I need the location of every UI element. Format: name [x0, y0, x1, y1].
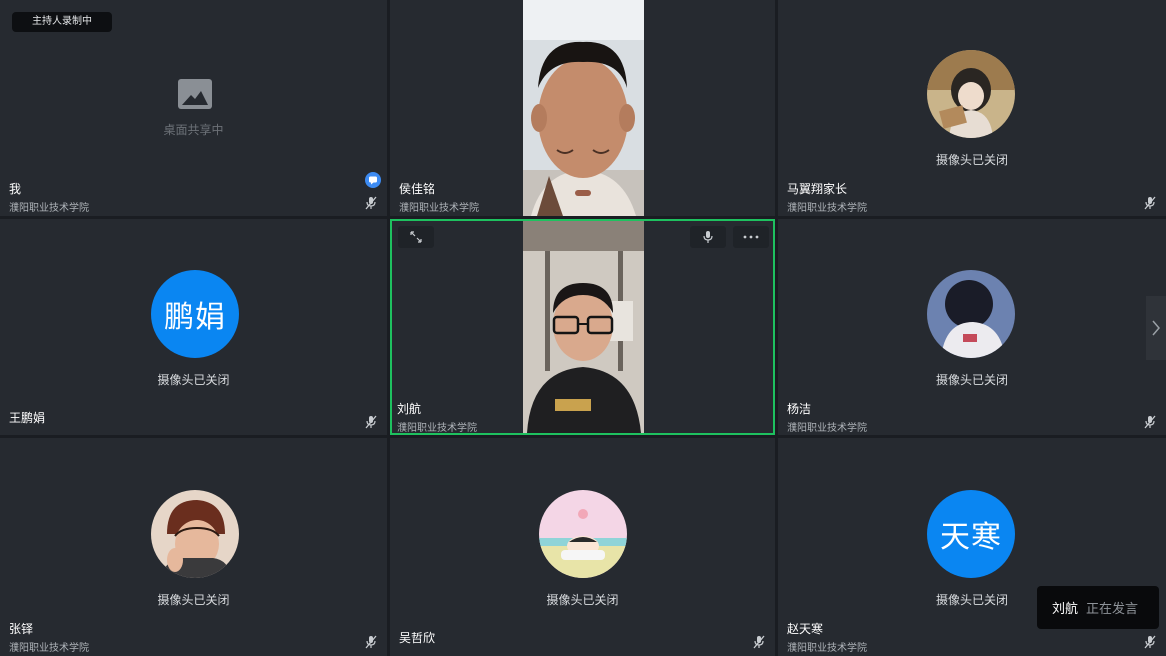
participant-org: 濮阳职业技术学院 — [399, 203, 479, 214]
more-dots-icon — [743, 235, 759, 239]
participant-avatar — [539, 490, 627, 578]
participant-name: 侯佳铭 — [399, 182, 436, 196]
mic-muted-icon — [1144, 635, 1156, 649]
participant-tile-wang[interactable]: 鹏娟 摄像头已关闭 王鹏娟 — [0, 219, 387, 435]
participant-name: 王鹏娟 — [9, 411, 46, 425]
mic-muted-icon — [365, 196, 377, 210]
mic-muted-icon — [365, 635, 377, 649]
participant-name: 吴哲欣 — [399, 631, 436, 645]
participant-tile-wu[interactable]: 摄像头已关闭 吴哲欣 — [390, 438, 775, 656]
participant-org: 濮阳职业技术学院 — [397, 423, 477, 434]
participant-name: 马翼翔家长 — [787, 182, 848, 196]
participant-video — [523, 0, 644, 216]
participant-tile-yang[interactable]: 摄像头已关闭 杨洁 濮阳职业技术学院 — [778, 219, 1166, 435]
chevron-right-icon — [1152, 320, 1160, 336]
participant-name: 赵天寒 — [787, 622, 824, 636]
camera-off-status: 摄像头已关闭 — [935, 373, 1008, 387]
participant-name: 杨洁 — [787, 402, 812, 416]
participant-tile-hou[interactable]: 侯佳铭 濮阳职业技术学院 — [390, 0, 775, 216]
participant-org: 濮阳职业技术学院 — [9, 643, 89, 654]
speaker-name: 刘航 — [1052, 602, 1079, 617]
participant-avatar: 鹏娟 — [151, 270, 239, 358]
mic-muted-icon — [1144, 415, 1156, 429]
participant-video — [523, 221, 644, 433]
fullscreen-button[interactable] — [398, 226, 434, 248]
mic-muted-icon — [365, 415, 377, 429]
camera-off-status: 摄像头已关闭 — [546, 593, 619, 607]
mic-muted-icon — [1144, 196, 1156, 210]
participant-org: 濮阳职业技术学院 — [787, 643, 867, 654]
participant-org: 濮阳职业技术学院 — [9, 203, 89, 214]
more-options-button[interactable] — [733, 226, 769, 248]
expand-icon — [410, 231, 422, 243]
participant-name: 刘航 — [397, 402, 422, 416]
participant-avatar — [927, 270, 1015, 358]
video-grid: 主持人录制中 桌面共享中 我 濮阳职业技术学院 侯佳铭 濮阳职业技术学院 摄像头… — [0, 0, 1166, 656]
microphone-icon — [703, 231, 713, 243]
mic-button[interactable] — [690, 226, 726, 248]
screen-share-status: 桌面共享中 — [163, 123, 224, 137]
chat-bubble-icon[interactable] — [365, 172, 381, 188]
mic-muted-icon — [753, 635, 765, 649]
participant-avatar — [151, 490, 239, 578]
camera-off-status: 摄像头已关闭 — [157, 593, 230, 607]
participant-tile-liu[interactable]: 刘航 濮阳职业技术学院 — [390, 219, 775, 435]
participant-tile-me[interactable]: 主持人录制中 桌面共享中 我 濮阳职业技术学院 — [0, 0, 387, 216]
screen-share-icon — [178, 79, 212, 109]
participant-tile-zhang[interactable]: 摄像头已关闭 张铎 濮阳职业技术学院 — [0, 438, 387, 656]
speaking-status: 正在发言 — [1086, 602, 1139, 617]
participant-tile-ma[interactable]: 摄像头已关闭 马翼翔家长 濮阳职业技术学院 — [778, 0, 1166, 216]
speaking-indicator: 刘航 正在发言 — [1037, 586, 1159, 629]
participant-org: 濮阳职业技术学院 — [787, 423, 867, 434]
camera-off-status: 摄像头已关闭 — [935, 153, 1008, 167]
participant-org: 濮阳职业技术学院 — [787, 203, 867, 214]
next-page-button[interactable] — [1146, 296, 1166, 360]
participant-name: 张铎 — [9, 622, 34, 636]
participant-name: 我 — [9, 182, 22, 196]
recording-badge: 主持人录制中 — [12, 12, 112, 32]
camera-off-status: 摄像头已关闭 — [157, 373, 230, 387]
participant-avatar — [927, 50, 1015, 138]
participant-avatar: 天寒 — [927, 490, 1015, 578]
